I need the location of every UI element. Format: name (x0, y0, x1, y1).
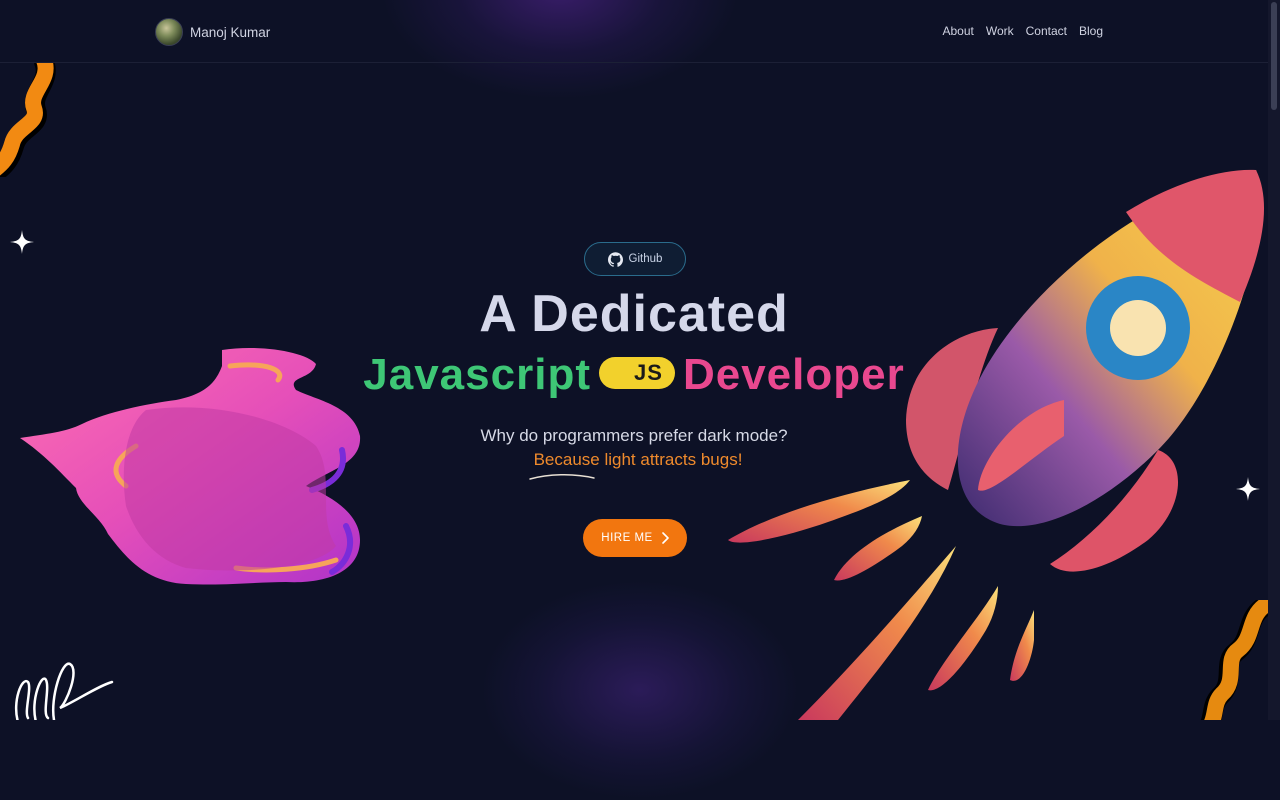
underline-swoosh-decoration (529, 473, 595, 480)
hire-me-button[interactable]: HIRE ME (583, 519, 687, 557)
nav-link-about[interactable]: About (942, 24, 973, 38)
headline-developer: Developer (682, 350, 905, 399)
joke-question: Why do programmers prefer dark mode? (480, 426, 788, 445)
github-icon (607, 251, 623, 267)
js-badge: JS (598, 357, 675, 390)
headline-line-2: Javascript JS Developer (0, 350, 1268, 400)
sparkle-icon (10, 230, 34, 254)
joke-answer: Because light attracts bugs! (533, 450, 743, 469)
github-button[interactable]: Github (584, 242, 686, 276)
page-scrollbar[interactable] (1268, 0, 1280, 720)
hire-me-label: HIRE ME (601, 532, 653, 544)
nav-link-contact[interactable]: Contact (1026, 24, 1067, 38)
orange-squiggle-decoration (0, 62, 56, 177)
site-header: Manoj Kumar About Work Contact Blog (0, 0, 1268, 63)
brand-link[interactable]: Manoj Kumar (155, 18, 270, 46)
scribble-decoration (14, 662, 114, 720)
scrollbar-thumb[interactable] (1271, 2, 1277, 110)
brand-name: Manoj Kumar (190, 24, 271, 40)
avatar (155, 18, 183, 46)
main-nav: About Work Contact Blog (942, 24, 1103, 38)
headline-javascript: Javascript (363, 350, 591, 399)
headline-line-1: A Dedicated (479, 285, 789, 343)
github-label: Github (628, 253, 663, 265)
nav-link-blog[interactable]: Blog (1079, 24, 1103, 38)
chevron-right-icon (661, 532, 669, 544)
nav-link-work[interactable]: Work (986, 24, 1014, 38)
